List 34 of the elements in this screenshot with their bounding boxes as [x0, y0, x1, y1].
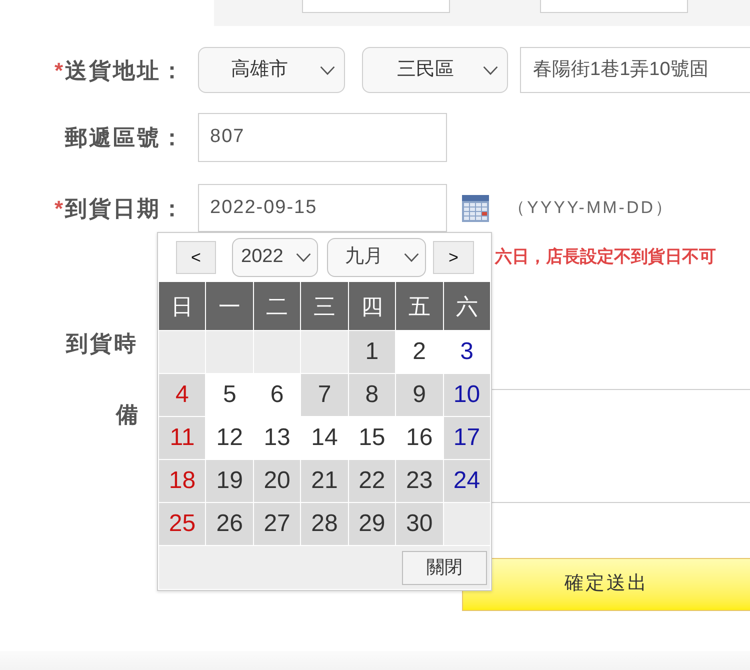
- address-input[interactable]: 春陽街1巷1弄10號固: [520, 47, 750, 93]
- required-mark: *: [54, 56, 63, 84]
- weekday-header: 六: [444, 282, 490, 330]
- postcode-input[interactable]: 807: [198, 113, 447, 162]
- weekday-header: 日: [159, 282, 206, 330]
- weekday-header: 三: [301, 282, 348, 330]
- input-field[interactable]: [302, 0, 450, 13]
- city-select[interactable]: 高雄市: [198, 47, 345, 93]
- weekday-header: 一: [206, 282, 253, 330]
- year-select[interactable]: 2022: [232, 238, 318, 277]
- month-select[interactable]: 九月: [327, 238, 426, 277]
- chevron-down-icon: [296, 253, 311, 262]
- field-label: 到貨日期：: [65, 194, 185, 222]
- close-button[interactable]: 關閉: [402, 550, 487, 584]
- warning-text: 六日，店長設定不到貨日不可: [495, 246, 716, 268]
- submit-button[interactable]: 確定送出: [462, 558, 750, 611]
- input-field[interactable]: [540, 0, 688, 13]
- weekday-header: 二: [254, 282, 300, 330]
- prev-month-button[interactable]: <: [176, 241, 216, 274]
- field-label: 到貨時: [66, 330, 138, 357]
- calendar-icon[interactable]: [462, 194, 489, 222]
- weekday-header: 五: [396, 282, 443, 330]
- chevron-down-icon: [483, 66, 498, 74]
- district-select[interactable]: 三民區: [362, 47, 508, 93]
- weekday-header: 四: [348, 282, 396, 330]
- chevron-down-icon: [404, 253, 419, 262]
- chevron-down-icon: [320, 66, 335, 74]
- date-format-hint: （YYYY-MM-DD）: [508, 197, 674, 220]
- field-label: 送貨地址：: [65, 56, 185, 84]
- field-label: 郵遞區號：: [65, 124, 185, 152]
- field-label: 備: [116, 402, 138, 427]
- next-month-button[interactable]: >: [433, 241, 474, 274]
- date-input[interactable]: 2022-09-15: [198, 184, 447, 232]
- required-mark: *: [54, 194, 63, 222]
